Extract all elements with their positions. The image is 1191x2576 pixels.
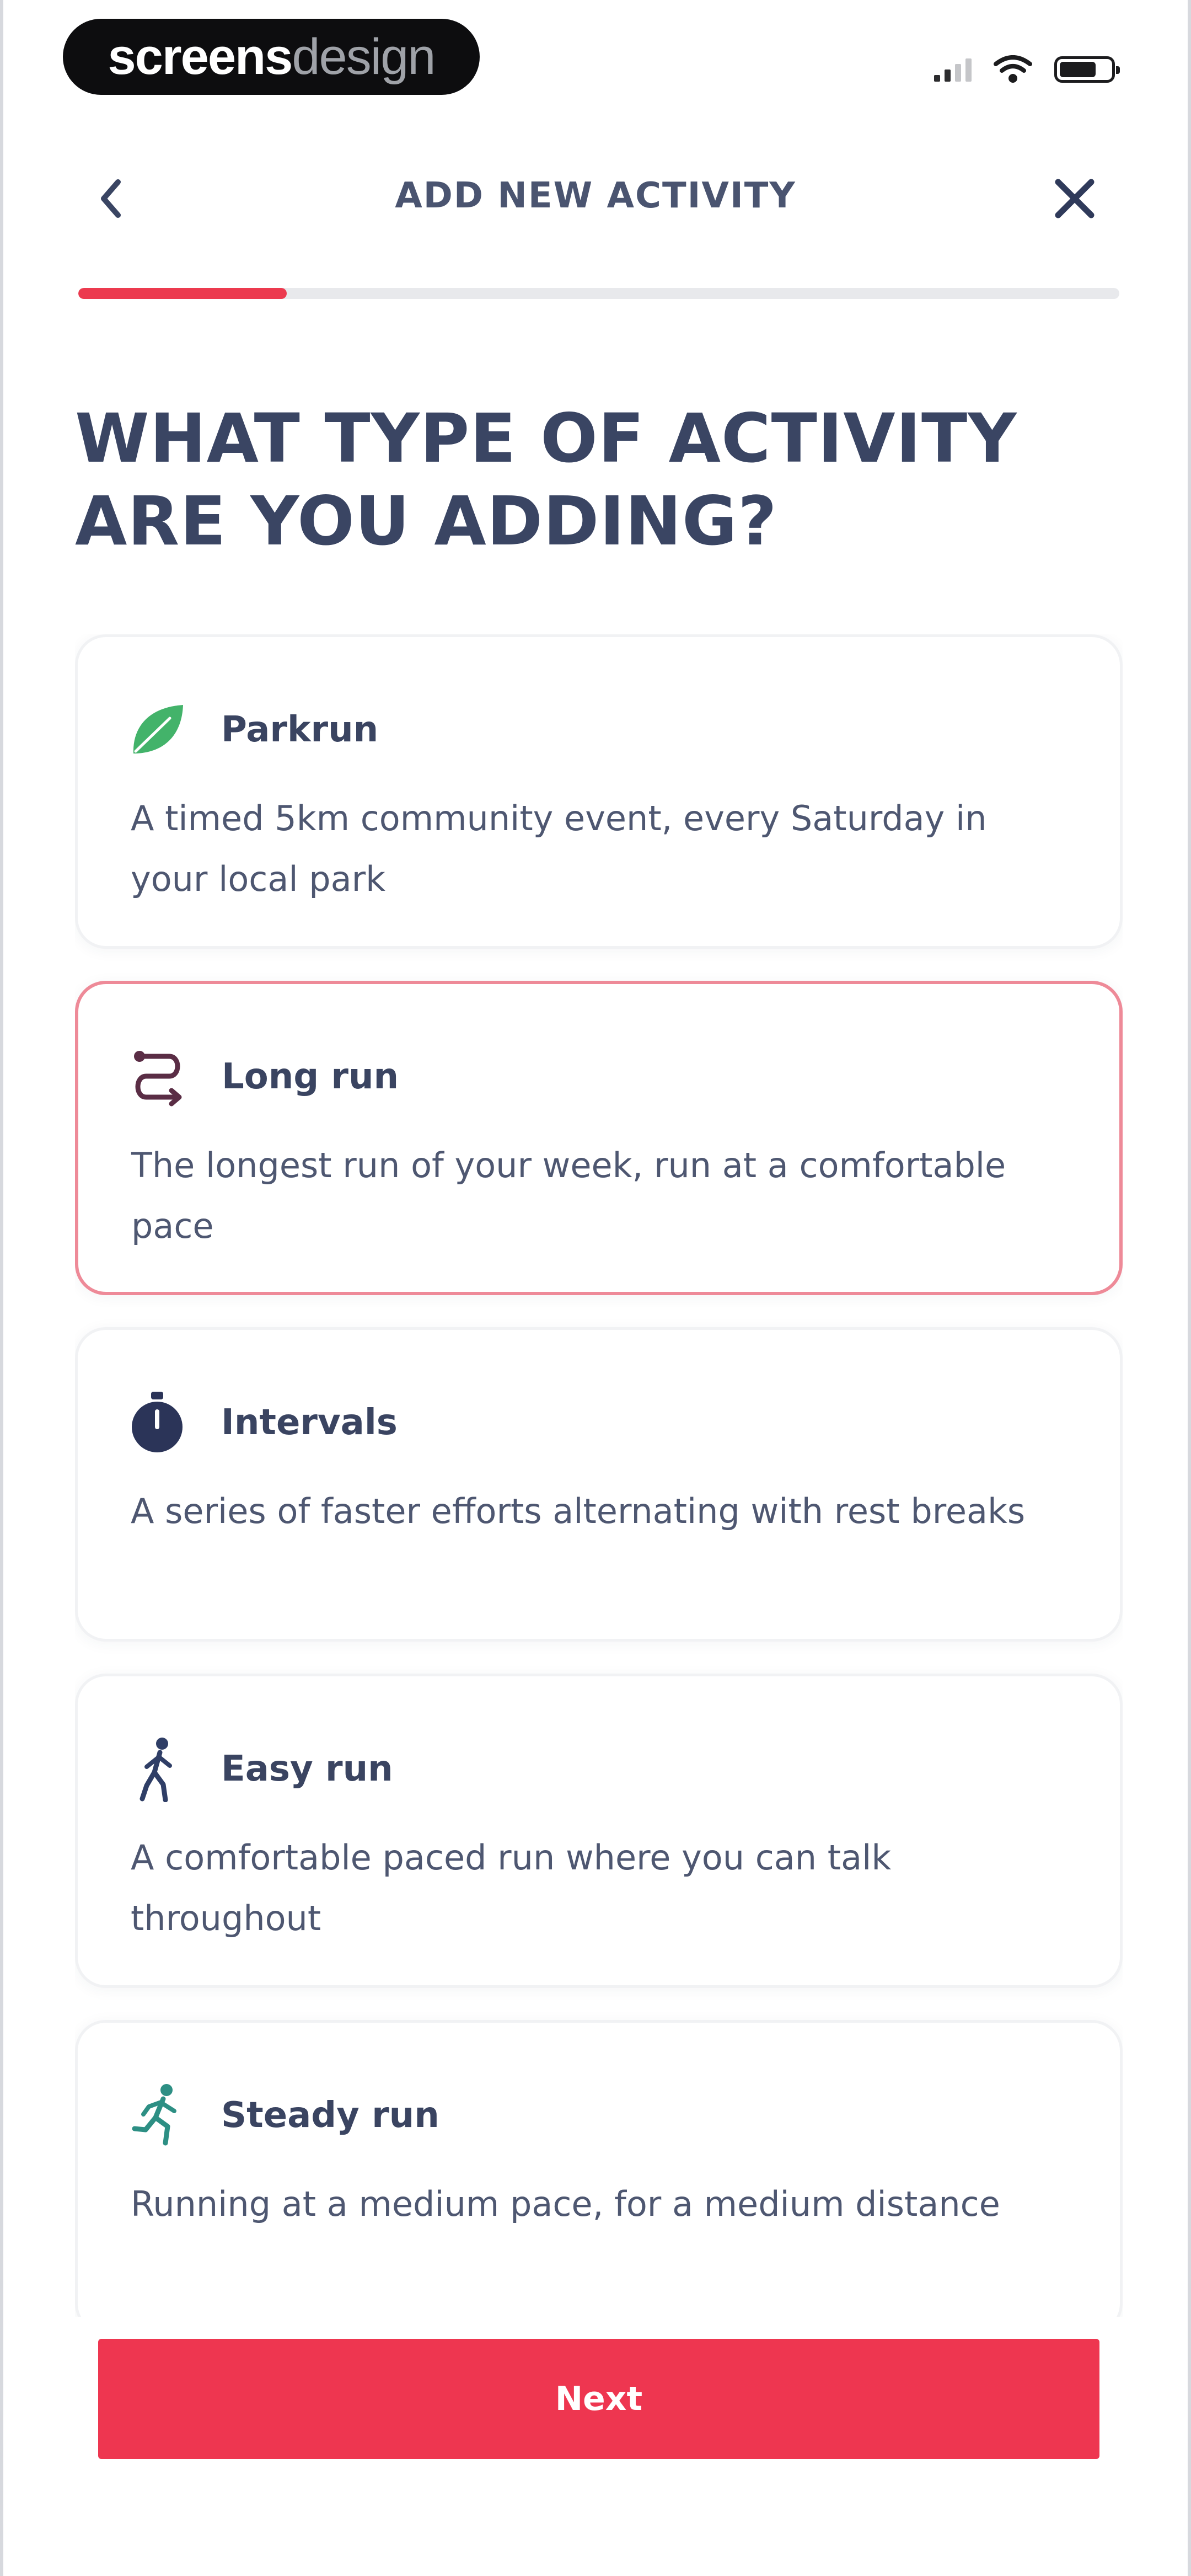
activity-card-intervals[interactable]: Intervals A series of faster efforts alt… [75,1327,1123,1642]
activity-description: A comfortable paced run where you can ta… [131,1837,892,1938]
progress-bar [78,288,1119,299]
signal-icon [934,57,972,82]
activity-list[interactable]: Parkrun A timed 5km community event, eve… [75,634,1123,2317]
page-title: ADD NEW ACTIVITY [395,175,796,216]
activity-name: Parkrun [221,709,379,750]
battery-icon [1054,56,1120,83]
progress-fill [78,288,287,299]
leaf-icon [124,697,190,763]
activity-name: Easy run [221,1749,393,1789]
activity-name: Steady run [221,2095,439,2136]
activity-card-parkrun[interactable]: Parkrun A timed 5km community event, eve… [75,634,1123,949]
activity-card-steady-run[interactable]: Steady run Running at a medium pace, for… [75,2020,1123,2317]
activity-card-easy-run[interactable]: Easy run A comfortable paced run where y… [75,1674,1123,1988]
brand-light-text: design [292,29,436,85]
activity-card-long-run[interactable]: Long run The longest run of your week, r… [75,981,1123,1295]
activity-description: The longest run of your week, run at a c… [131,1145,1006,1246]
activity-name: Long run [222,1056,399,1097]
close-button[interactable] [1044,165,1105,232]
walker-icon [124,1736,190,1802]
wifi-icon [994,55,1032,83]
phone-screen: screensdesign ADD NEW ACTIVITY WHAT TYPE… [0,0,1191,2576]
brand-strong-text: screens [108,29,293,85]
next-button[interactable]: Next [98,2339,1099,2459]
status-icons [934,53,1120,86]
runner-icon [124,2082,190,2149]
activity-name: Intervals [221,1402,398,1443]
question-heading: WHAT TYPE OF ACTIVITY ARE YOU ADDING? [75,399,1017,560]
activity-description: A series of faster efforts alternating w… [131,1491,1026,1531]
stopwatch-icon [124,1389,190,1456]
activity-description: Running at a medium pace, for a medium d… [131,2184,1000,2224]
brand-watermark: screensdesign [63,19,480,95]
route-icon [125,1044,191,1110]
close-icon [1055,179,1095,218]
activity-description: A timed 5km community event, every Satur… [131,798,987,899]
